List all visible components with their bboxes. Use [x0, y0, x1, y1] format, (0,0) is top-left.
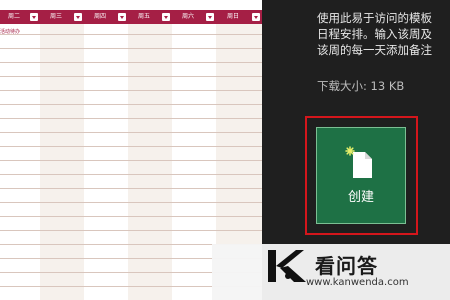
first-row-note: 活动待办 — [0, 29, 21, 35]
create-button[interactable]: 创建 — [316, 127, 406, 224]
grid-row-line — [0, 104, 262, 105]
day-header-friday: 周五 — [128, 10, 172, 24]
grid-row-line — [0, 174, 262, 175]
description-line: 日程安排。输入该周及 — [317, 27, 432, 41]
day-header-label: 周三 — [49, 13, 62, 20]
day-header-thursday: 周四 — [84, 10, 128, 24]
filter-dropdown-icon — [30, 13, 38, 21]
day-header-label: 周日 — [226, 13, 239, 20]
day-header-sunday: 周日 — [216, 10, 262, 24]
filter-dropdown-icon — [206, 13, 214, 21]
grid-row-line — [0, 188, 262, 189]
grid-row-line — [0, 90, 262, 91]
watermark-logo-icon — [268, 250, 306, 282]
grid-row-line — [0, 118, 262, 119]
watermark-name: 看问答 — [315, 254, 378, 278]
day-header-label: 周四 — [93, 13, 106, 20]
watermark-url: www.kanwenda.com — [306, 277, 409, 288]
new-document-icon — [345, 146, 372, 178]
description-line: 使用此易于访问的模板 — [317, 11, 432, 25]
grid-row-line — [0, 216, 262, 217]
grid-row-line — [0, 76, 262, 77]
filter-dropdown-icon — [252, 13, 260, 21]
day-header-label: 周六 — [181, 13, 194, 20]
filter-dropdown-icon — [162, 13, 170, 21]
weekday-header-row: 周二 周三 周四 周五 周六 周日 — [0, 10, 262, 24]
grid-row-line — [0, 48, 262, 49]
day-header-wednesday: 周三 — [40, 10, 84, 24]
description-line: 该周的每一天添加备注 — [317, 43, 432, 57]
day-header-label: 周二 — [7, 13, 20, 20]
filter-dropdown-icon — [74, 13, 82, 21]
download-size: 下载大小: 13 KB — [317, 79, 405, 93]
filter-dropdown-icon — [118, 13, 126, 21]
template-description: 使用此易于访问的模板 日程安排。输入该周及 该周的每一天添加备注 — [317, 10, 450, 58]
grid-row-line — [0, 146, 262, 147]
grid-row-line — [0, 230, 262, 231]
grid-row-line — [0, 34, 262, 35]
grid-row-line — [0, 202, 262, 203]
day-header-label: 周五 — [137, 13, 150, 20]
grid-row-line — [0, 160, 262, 161]
day-header-tuesday: 周二 — [0, 10, 40, 24]
create-button-label: 创建 — [347, 190, 374, 205]
grid-row-line — [0, 132, 262, 133]
day-header-saturday: 周六 — [172, 10, 216, 24]
grid-row-line — [0, 62, 262, 63]
